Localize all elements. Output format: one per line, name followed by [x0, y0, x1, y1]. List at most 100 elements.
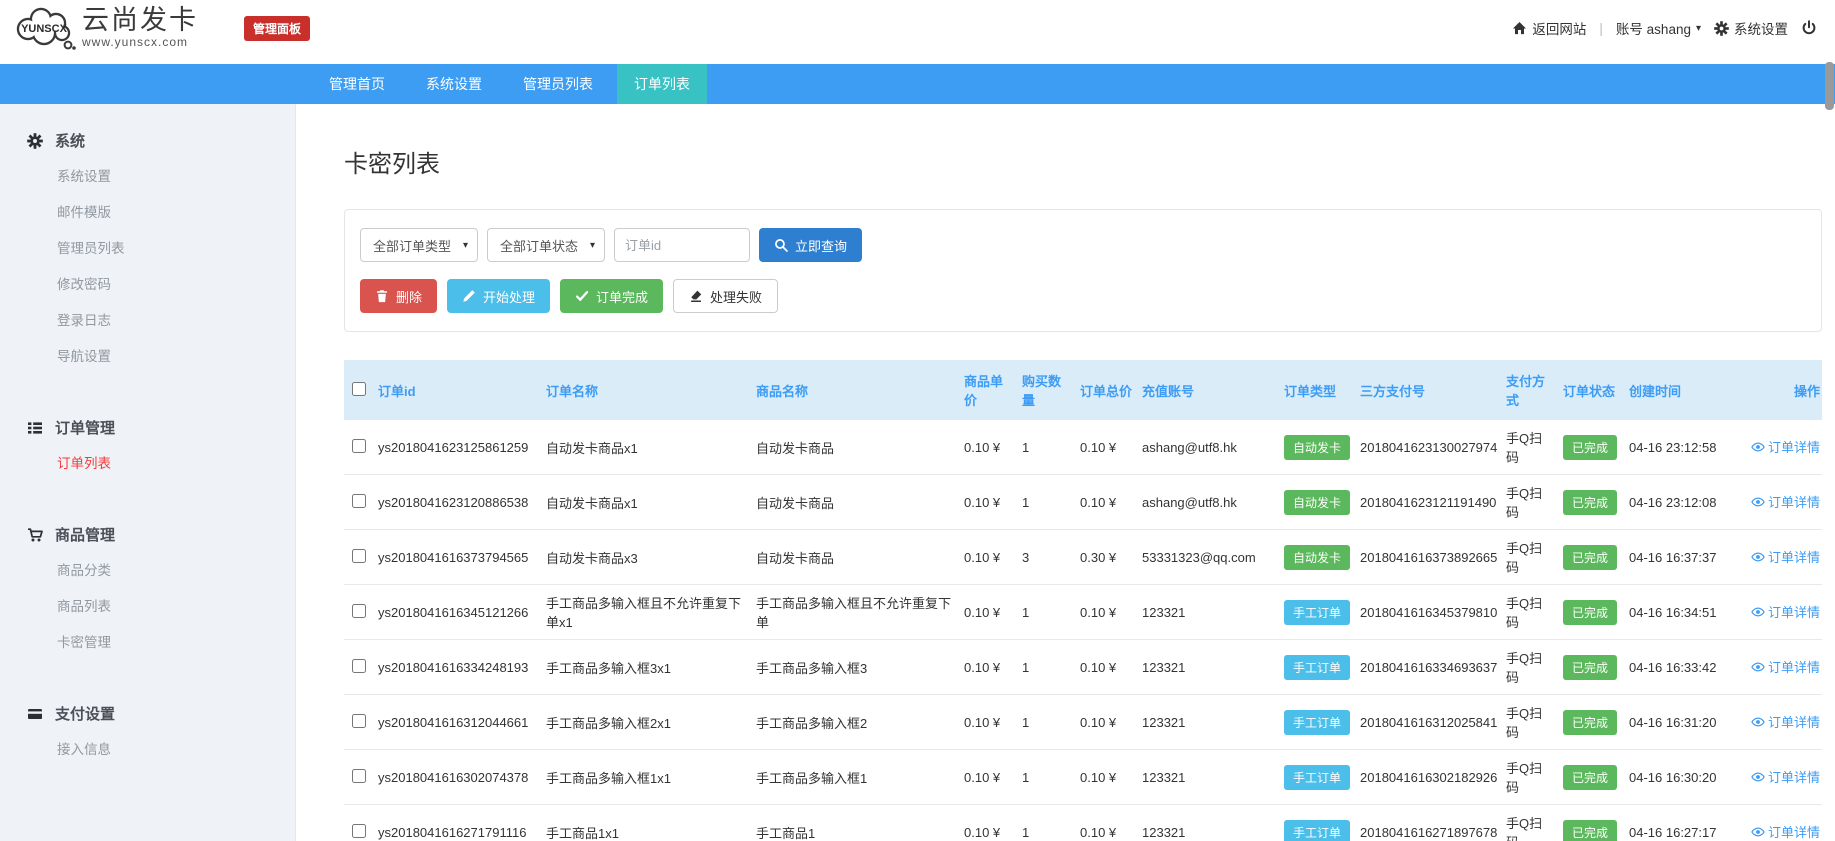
order-id-cell: ys2018041616345121266 — [378, 585, 546, 640]
order-detail-link[interactable]: 订单详情 — [1751, 437, 1820, 456]
order-id-cell: ys2018041616334248193 — [378, 640, 546, 695]
total-price-cell: 0.10 ¥ — [1080, 640, 1142, 695]
pay-method-cell: 手Q扫码 — [1506, 640, 1563, 695]
row-checkbox[interactable] — [352, 494, 366, 508]
quantity-cell: 3 — [1022, 530, 1080, 585]
order-detail-link[interactable]: 订单详情 — [1751, 712, 1820, 731]
order-detail-link[interactable]: 订单详情 — [1751, 602, 1820, 621]
pay-no-cell: 2018041623121191490 — [1360, 475, 1506, 530]
start-process-button[interactable]: 开始处理 — [447, 279, 550, 313]
account-cell: 123321 — [1142, 750, 1284, 805]
eye-icon — [1751, 715, 1765, 729]
account-cell: 123321 — [1142, 805, 1284, 841]
nav-tab-2[interactable]: 系统设置 — [409, 64, 499, 104]
order-detail-link[interactable]: 订单详情 — [1751, 822, 1820, 841]
sidebar-item[interactable]: 卡密管理 — [26, 623, 295, 659]
order-detail-link[interactable]: 订单详情 — [1751, 492, 1820, 511]
order-id-cell: ys2018041623120886538 — [378, 475, 546, 530]
created-time-cell: 04-16 16:27:17 — [1629, 805, 1749, 841]
eraser-icon — [689, 289, 703, 303]
order-complete-button[interactable]: 订单完成 — [560, 279, 663, 313]
unit-price-cell: 0.10 ¥ — [964, 750, 1022, 805]
admin-panel-badge: 管理面板 — [244, 16, 310, 41]
scrollbar-thumb[interactable] — [1825, 62, 1834, 110]
quantity-cell: 1 — [1022, 640, 1080, 695]
delete-button[interactable]: 删除 — [360, 279, 437, 313]
row-checkbox[interactable] — [352, 769, 366, 783]
quantity-cell: 1 — [1022, 585, 1080, 640]
order-status-select[interactable]: 全部订单状态 ▾ — [487, 228, 605, 262]
search-button[interactable]: 立即查询 — [759, 228, 862, 262]
account-cell: ashang@utf8.hk — [1142, 420, 1284, 475]
row-checkbox[interactable] — [352, 824, 366, 838]
back-to-site-link[interactable]: 返回网站 — [1512, 18, 1586, 38]
status-badge: 已完成 — [1563, 820, 1617, 841]
orders-table: 订单id订单名称商品名称商品单价购买数量订单总价充值账号订单类型三方支付号支付方… — [344, 360, 1822, 841]
row-checkbox[interactable] — [352, 604, 366, 618]
order-detail-link[interactable]: 订单详情 — [1751, 767, 1820, 786]
sidebar-item[interactable]: 订单列表 — [26, 444, 295, 480]
row-checkbox[interactable] — [352, 659, 366, 673]
sidebar-item[interactable]: 管理员列表 — [26, 229, 295, 265]
total-price-cell: 0.10 ¥ — [1080, 750, 1142, 805]
brand-name: 云尚发卡 — [82, 7, 198, 34]
sidebar-item[interactable]: 商品列表 — [26, 587, 295, 623]
cart-icon — [26, 527, 43, 543]
quantity-cell: 1 — [1022, 475, 1080, 530]
product-name-cell: 手工商品多输入框3 — [756, 640, 964, 695]
sidebar-item[interactable]: 商品分类 — [26, 551, 295, 587]
logout-button[interactable] — [1801, 20, 1817, 36]
order-type-badge: 手工订单 — [1284, 765, 1350, 790]
process-fail-button[interactable]: 处理失败 — [673, 279, 778, 313]
account-menu[interactable]: 账号 ashang ▾ — [1616, 18, 1701, 38]
quantity-cell: 1 — [1022, 805, 1080, 841]
table-row: ys2018041616271791116手工商品1x1手工商品10.10 ¥1… — [344, 805, 1822, 841]
sidebar-section-title: 支付设置 — [26, 703, 295, 724]
eye-icon — [1751, 605, 1765, 619]
order-detail-link[interactable]: 订单详情 — [1751, 547, 1820, 566]
sidebar-item[interactable]: 登录日志 — [26, 301, 295, 337]
order-type-badge: 手工订单 — [1284, 710, 1350, 735]
sidebar-item[interactable]: 修改密码 — [26, 265, 295, 301]
column-header: 购买数量 — [1022, 360, 1080, 420]
order-id-cell: ys2018041616302074378 — [378, 750, 546, 805]
system-settings-link[interactable]: 系统设置 — [1714, 18, 1788, 38]
order-id-input[interactable] — [614, 228, 750, 262]
product-name-cell: 手工商品1 — [756, 805, 964, 841]
unit-price-cell: 0.10 ¥ — [964, 530, 1022, 585]
page-title: 卡密列表 — [344, 144, 1822, 179]
row-checkbox[interactable] — [352, 439, 366, 453]
row-checkbox[interactable] — [352, 549, 366, 563]
order-name-cell: 自动发卡商品x1 — [546, 420, 756, 475]
sidebar-section-title: 商品管理 — [26, 524, 295, 545]
gear-icon — [1714, 21, 1729, 36]
column-header: 订单总价 — [1080, 360, 1142, 420]
main-navbar: 管理首页系统设置管理员列表订单列表 — [0, 64, 1835, 104]
column-header: 订单状态 — [1563, 360, 1629, 420]
sidebar-section-1: 系统系统设置邮件模版管理员列表修改密码登录日志导航设置 — [26, 130, 295, 373]
column-header: 商品名称 — [756, 360, 964, 420]
sidebar-item[interactable]: 导航设置 — [26, 337, 295, 373]
power-icon — [1801, 20, 1817, 36]
nav-tab-4[interactable]: 订单列表 — [617, 64, 707, 104]
sidebar-item[interactable]: 接入信息 — [26, 730, 295, 766]
order-type-badge: 手工订单 — [1284, 600, 1350, 625]
pay-no-cell: 2018041616373892665 — [1360, 530, 1506, 585]
sidebar-item[interactable]: 系统设置 — [26, 157, 295, 193]
check-icon — [575, 289, 589, 303]
column-header: 商品单价 — [964, 360, 1022, 420]
created-time-cell: 04-16 16:33:42 — [1629, 640, 1749, 695]
select-all-checkbox[interactable] — [352, 382, 366, 396]
sidebar-item[interactable]: 邮件模版 — [26, 193, 295, 229]
table-row: ys2018041616345121266手工商品多输入框且不允许重复下单x1手… — [344, 585, 1822, 640]
row-checkbox[interactable] — [352, 714, 366, 728]
created-time-cell: 04-16 16:30:20 — [1629, 750, 1749, 805]
nav-tab-1[interactable]: 管理首页 — [312, 64, 402, 104]
product-name-cell: 手工商品多输入框且不允许重复下单 — [756, 585, 964, 640]
unit-price-cell: 0.10 ¥ — [964, 475, 1022, 530]
order-detail-link[interactable]: 订单详情 — [1751, 657, 1820, 676]
column-header: 创建时间 — [1629, 360, 1749, 420]
pay-method-cell: 手Q扫码 — [1506, 530, 1563, 585]
nav-tab-3[interactable]: 管理员列表 — [506, 64, 610, 104]
order-type-select[interactable]: 全部订单类型 ▾ — [360, 228, 478, 262]
